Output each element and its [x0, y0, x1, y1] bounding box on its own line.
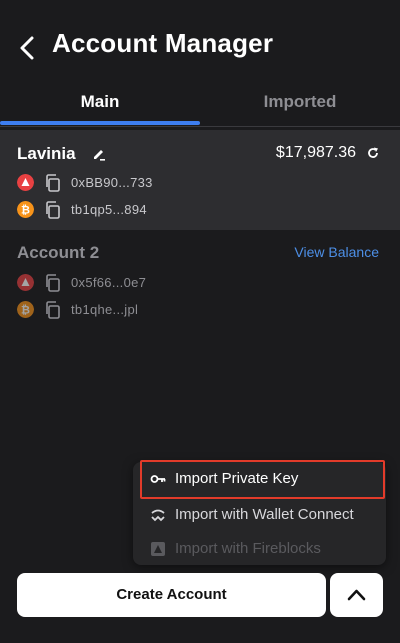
footer: Create Account	[0, 560, 400, 643]
tab-main[interactable]: Main	[0, 86, 200, 124]
address-text: 0x5f66...0e7	[71, 275, 147, 290]
header: Account Manager	[0, 0, 400, 90]
account-card-account-2[interactable]: Account 2 View Balance 0x5f66...0e7 ₿ tb…	[0, 232, 400, 332]
account-balance: $17,987.36	[275, 144, 356, 161]
account-name: Lavinia	[17, 144, 76, 163]
active-tab-indicator	[0, 121, 200, 125]
bitcoin-icon: ₿	[17, 301, 34, 318]
address-text: tb1qhe...jpl	[71, 302, 139, 317]
address-row-avalanche: 0x5f66...0e7	[17, 273, 317, 293]
fireblocks-icon	[151, 542, 165, 556]
create-account-button[interactable]: Create Account	[17, 573, 326, 617]
address-row-avalanche: 0xBB90...733	[17, 173, 317, 193]
chevron-up-icon	[347, 589, 366, 601]
avalanche-icon	[17, 274, 34, 291]
svg-text:₿: ₿	[21, 204, 30, 217]
import-menu-toggle-button[interactable]	[330, 573, 383, 617]
address-row-bitcoin: ₿ tb1qp5...894	[17, 200, 317, 220]
account-name: Account 2	[17, 243, 100, 262]
page-title: Account Manager	[52, 28, 274, 58]
edit-pencil-icon[interactable]	[92, 147, 106, 161]
copy-icon[interactable]	[45, 174, 61, 192]
copy-icon[interactable]	[45, 274, 61, 292]
copy-icon[interactable]	[45, 201, 61, 219]
back-arrow-icon[interactable]	[14, 32, 42, 64]
selection-highlight	[140, 460, 385, 499]
refresh-icon[interactable]	[366, 146, 380, 160]
copy-icon[interactable]	[45, 301, 61, 319]
address-row-bitcoin: ₿ tb1qhe...jpl	[17, 300, 317, 320]
address-text: tb1qp5...894	[71, 202, 147, 217]
tab-imported[interactable]: Imported	[200, 86, 400, 124]
bitcoin-icon: ₿	[17, 201, 34, 218]
avalanche-icon	[17, 174, 34, 191]
menu-item-label: Import with Fireblocks	[175, 540, 321, 557]
import-wallet-connect-item[interactable]: Import with Wallet Connect	[133, 498, 386, 532]
svg-text:₿: ₿	[21, 304, 30, 317]
account-card-lavinia[interactable]: Lavinia $17,987.36 0xBB90...733 ₿ tb1qp5…	[0, 130, 400, 230]
address-text: 0xBB90...733	[71, 175, 153, 190]
view-balance-link[interactable]: View Balance	[294, 244, 379, 260]
wallet-connect-icon	[151, 509, 165, 522]
menu-item-label: Import with Wallet Connect	[175, 506, 354, 523]
account-tabs: Main Imported	[0, 86, 400, 127]
